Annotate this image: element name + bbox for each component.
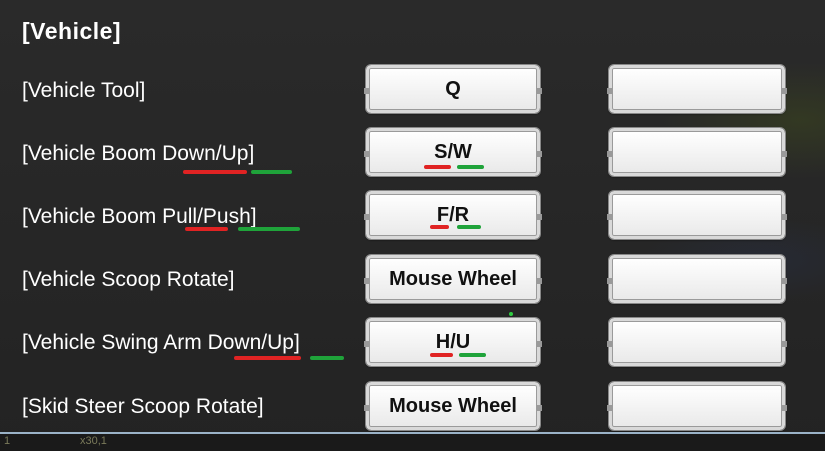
keybind-label: Q: [445, 77, 461, 100]
keybind-secondary-vehicle-boom-pull-push[interactable]: [607, 190, 787, 240]
button-edge-knob: [781, 341, 787, 347]
row-label-vehicle-scoop-rotate: [Vehicle Scoop Rotate]: [22, 268, 235, 291]
button-edge-knob: [364, 88, 370, 94]
button-edge-knob: [536, 88, 542, 94]
row-label-vehicle-swing-arm-down-up: [Vehicle Swing Arm Down/Up]: [22, 331, 300, 354]
keybind-label: F/R: [436, 203, 470, 226]
button-edge-knob: [536, 341, 542, 347]
button-edge-knob: [607, 278, 613, 284]
underline-green: [457, 165, 484, 169]
button-edge-knob: [781, 214, 787, 220]
hud-bar: 1 x30,1: [0, 432, 825, 451]
button-edge-knob: [536, 278, 542, 284]
row-label-vehicle-boom-down-up: [Vehicle Boom Down/Up]: [22, 142, 255, 165]
button-edge-knob: [781, 88, 787, 94]
button-edge-knob: [607, 214, 613, 220]
underline-red: [424, 165, 451, 169]
button-edge-knob: [781, 151, 787, 157]
keybind-primary-vehicle-scoop-rotate[interactable]: Mouse Wheel: [364, 254, 542, 304]
keybind-label: Mouse Wheel: [389, 394, 517, 417]
keybind-label: H/U: [435, 330, 471, 353]
button-edge-knob: [364, 214, 370, 220]
underline-red: [183, 170, 247, 174]
button-edge-knob: [781, 278, 787, 284]
keybind-primary-skid-steer-scoop-rotate[interactable]: Mouse Wheel: [364, 381, 542, 431]
button-edge-knob: [607, 88, 613, 94]
underline-green: [238, 227, 300, 231]
keybind-secondary-vehicle-scoop-rotate[interactable]: [607, 254, 787, 304]
underline-red: [234, 356, 301, 360]
button-edge-knob: [536, 151, 542, 157]
button-edge-knob: [536, 214, 542, 220]
underline-red: [430, 353, 453, 357]
row-label-vehicle-tool: [Vehicle Tool]: [22, 79, 146, 102]
keybind-primary-vehicle-boom-down-up[interactable]: S/W: [364, 127, 542, 177]
underline-green: [459, 353, 486, 357]
underline-green: [457, 225, 481, 229]
keybind-primary-vehicle-swing-arm-down-up[interactable]: H/U: [364, 317, 542, 367]
button-edge-knob: [607, 341, 613, 347]
keybind-label: Mouse Wheel: [389, 267, 517, 290]
hud-count: x30,1: [80, 435, 107, 447]
keybind-secondary-skid-steer-scoop-rotate[interactable]: [607, 381, 787, 431]
button-edge-knob: [364, 405, 370, 411]
button-edge-knob: [781, 405, 787, 411]
keybind-primary-vehicle-boom-pull-push[interactable]: F/R: [364, 190, 542, 240]
keybind-primary-vehicle-tool[interactable]: Q: [364, 64, 542, 114]
row-label-skid-steer-scoop-rotate: [Skid Steer Scoop Rotate]: [22, 395, 264, 418]
underline-green: [310, 356, 344, 360]
keybind-secondary-vehicle-swing-arm-down-up[interactable]: [607, 317, 787, 367]
green-marker: [509, 312, 513, 316]
button-edge-knob: [536, 405, 542, 411]
underline-green: [251, 170, 292, 174]
button-edge-knob: [364, 278, 370, 284]
underline-red: [185, 227, 228, 231]
keybind-label: S/W: [434, 140, 472, 163]
hud-slot-number: 1: [4, 435, 11, 447]
underline-red: [430, 225, 449, 229]
button-edge-knob: [607, 151, 613, 157]
keybind-secondary-vehicle-boom-down-up[interactable]: [607, 127, 787, 177]
keybind-secondary-vehicle-tool[interactable]: [607, 64, 787, 114]
button-edge-knob: [364, 151, 370, 157]
button-edge-knob: [607, 405, 613, 411]
button-edge-knob: [364, 341, 370, 347]
section-title: [Vehicle]: [22, 18, 122, 44]
